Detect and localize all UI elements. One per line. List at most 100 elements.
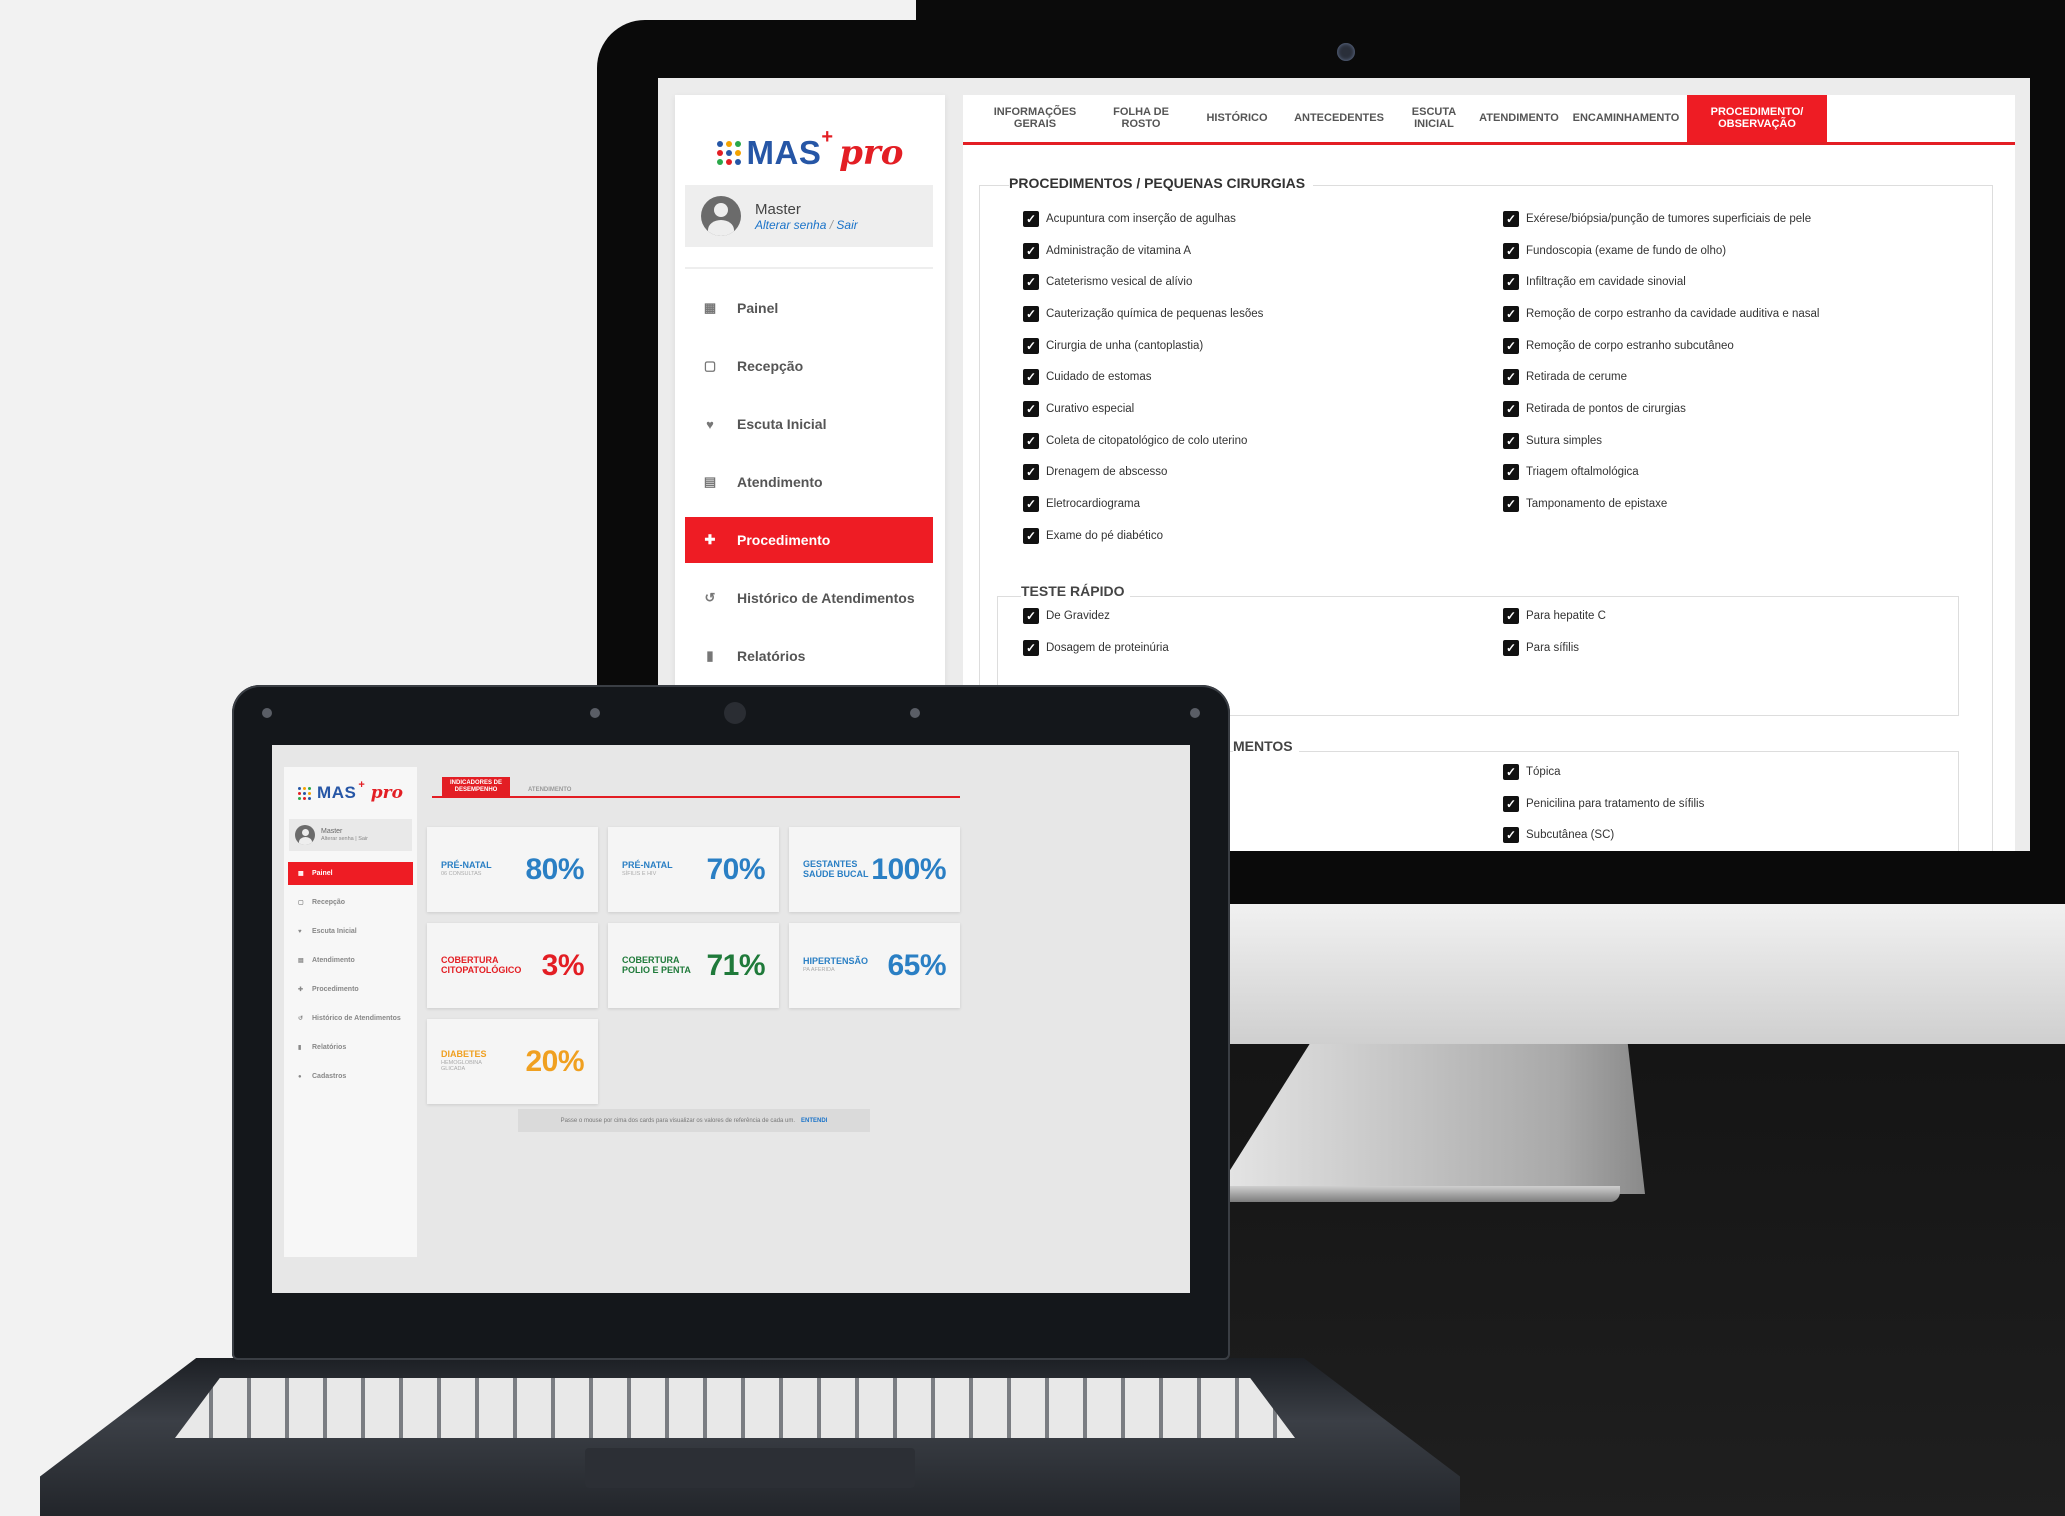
checkbox-item[interactable]: ✓ Infiltração em cavidade sinovial [1503, 266, 2003, 298]
sidebar-item-historico-de-atendimentos[interactable]: ↺ Histórico de Atendimentos [685, 575, 933, 621]
checkbox-item[interactable]: ✓ Cirurgia de unha (cantoplastia) [1023, 330, 1463, 362]
checkbox-item[interactable]: ✓ Sutura simples [1503, 425, 2003, 457]
indicator-card[interactable]: DIABETES HEMOGLOBINA GLICADA 20% [427, 1019, 598, 1104]
checkbox-checked-icon[interactable]: ✓ [1023, 337, 1039, 354]
user-links[interactable]: Alterar senha | Sair [321, 836, 368, 843]
checkbox-item[interactable]: ✓ Eletrocardiograma [1023, 488, 1463, 520]
sidebar-item-relatorios[interactable]: ▮ Relatórios [685, 633, 933, 679]
checkbox-checked-icon[interactable]: ✓ [1503, 639, 1519, 656]
tab-indicadores-de-desempenho[interactable]: INDICADORES DE DESEMPENHO [442, 777, 511, 796]
sidebar-item-recepcao[interactable]: ▢ Recepção [685, 343, 933, 389]
checkbox-item[interactable]: ✓ Exame do pé diabético [1023, 520, 1463, 552]
logo-dot [298, 786, 302, 790]
checkbox-checked-icon[interactable]: ✓ [1503, 305, 1519, 322]
checkbox-checked-icon[interactable]: ✓ [1023, 432, 1039, 449]
sidebar-item-relatorios[interactable]: ▮ Relatórios [288, 1036, 413, 1059]
checkbox-item[interactable]: ✓ Penicilina para tratamento de sífilis [1503, 788, 1943, 820]
tab-atendimento[interactable]: ATENDIMENTO [1473, 95, 1565, 142]
checkbox-checked-icon[interactable]: ✓ [1503, 242, 1519, 259]
indicator-card[interactable]: PRÉ-NATAL 06 CONSULTAS 80% [427, 827, 598, 912]
checkbox-item[interactable]: ✓ Administração de vitamina A [1023, 235, 1463, 267]
checkbox-item[interactable]: ✓ Exérese/biópsia/punção de tumores super… [1503, 203, 2003, 235]
checkbox-label: Exérese/biópsia/punção de tumores superf… [1526, 212, 1812, 225]
checkbox-item[interactable]: ✓ De Gravidez [1023, 600, 1463, 632]
card-title: COBERTURA CITOPATOLÓGICO [441, 955, 522, 975]
sidebar-item-atendimento[interactable]: ▤ Atendimento [685, 459, 933, 505]
tab-informacoes-gerais[interactable]: INFORMAÇÕES GERAIS [979, 95, 1091, 142]
tab-atendimento[interactable]: ATENDIMENTO [520, 784, 579, 796]
checkbox-item[interactable]: ✓ Fundoscopia (exame de fundo de olho) [1503, 235, 2003, 267]
brand-logo[interactable]: MAS + pro [675, 126, 945, 173]
sidebar-item-cadastros[interactable]: ● Cadastros [288, 1065, 413, 1088]
logout-link[interactable]: Sair [836, 218, 857, 232]
checkbox-checked-icon[interactable]: ✓ [1023, 242, 1039, 259]
sidebar-item-atendimento[interactable]: ▤ Atendimento [288, 949, 413, 972]
tab-escuta-inicial[interactable]: ESCUTA INICIAL [1395, 95, 1473, 142]
checkbox-checked-icon[interactable]: ✓ [1023, 400, 1039, 417]
checkbox-item[interactable]: ✓ Cateterismo vesical de alívio [1023, 266, 1463, 298]
sidebar-item-historico-de-atendimentos[interactable]: ↺ Histórico de Atendimentos [288, 1007, 413, 1030]
checkbox-checked-icon[interactable]: ✓ [1503, 827, 1519, 844]
checkbox-checked-icon[interactable]: ✓ [1503, 274, 1519, 291]
laptop-brand-logo[interactable]: MAS + pro [284, 779, 417, 803]
indicator-card[interactable]: HIPERTENSÃO PA AFERIDA 65% [789, 923, 960, 1008]
got-it-link[interactable]: ENTENDI [801, 1118, 827, 1124]
checkbox-item[interactable]: ✓ Curativo especial [1023, 393, 1463, 425]
checkbox-checked-icon[interactable]: ✓ [1023, 639, 1039, 656]
tab-procedimento-observacao[interactable]: PROCEDIMENTO/ OBSERVAÇÃO [1687, 95, 1827, 142]
indicator-card[interactable]: COBERTURA POLIO E PENTA 71% [608, 923, 779, 1008]
checkbox-checked-icon[interactable]: ✓ [1023, 369, 1039, 386]
checkbox-checked-icon[interactable]: ✓ [1023, 210, 1039, 227]
checkbox-checked-icon[interactable]: ✓ [1503, 795, 1519, 812]
checkbox-checked-icon[interactable]: ✓ [1023, 496, 1039, 513]
checkbox-item[interactable]: ✓ Remoção de corpo estranho subcutâneo [1503, 330, 2003, 362]
checkbox-item[interactable]: ✓ Acupuntura com inserção de agulhas [1023, 203, 1463, 235]
tab-folha-de-rosto[interactable]: FOLHA DE ROSTO [1091, 95, 1191, 142]
checkbox-checked-icon[interactable]: ✓ [1023, 607, 1039, 624]
checkbox-checked-icon[interactable]: ✓ [1023, 305, 1039, 322]
checkbox-checked-icon[interactable]: ✓ [1503, 369, 1519, 386]
checkbox-item[interactable]: ✓ Tamponamento de epistaxe [1503, 488, 2003, 520]
heart-icon: ♥ [706, 416, 714, 432]
sidebar-item-escuta-inicial[interactable]: ♥ Escuta Inicial [685, 401, 933, 447]
indicator-card[interactable]: GESTANTES SAÚDE BUCAL 100% [789, 827, 960, 912]
checkbox-item[interactable]: ✓ Cauterização química de pequenas lesões [1023, 298, 1463, 330]
sidebar-item-recepcao[interactable]: ▢ Recepção [288, 891, 413, 914]
checkbox-item[interactable]: ✓ Dosagem de proteinúria [1023, 632, 1463, 664]
checkbox-item[interactable]: ✓ Coleta de citopatológico de colo uterin… [1023, 425, 1463, 457]
checkbox-checked-icon[interactable]: ✓ [1503, 337, 1519, 354]
sidebar-item-procedimento[interactable]: ✚ Procedimento [685, 517, 933, 563]
checkbox-checked-icon[interactable]: ✓ [1503, 496, 1519, 513]
tab-antecedentes[interactable]: ANTECEDENTES [1283, 95, 1395, 142]
checkbox-item[interactable]: ✓ Remoção de corpo estranho da cavidade a… [1503, 298, 2003, 330]
checkbox-item[interactable]: ✓ Tópica [1503, 756, 1943, 788]
sidebar-item-painel[interactable]: ▦ Painel [288, 862, 413, 885]
tab-historico[interactable]: HISTÓRICO [1191, 95, 1283, 142]
checkbox-checked-icon[interactable]: ✓ [1503, 464, 1519, 481]
sidebar-item-escuta-inicial[interactable]: ♥ Escuta Inicial [288, 920, 413, 943]
checkbox-checked-icon[interactable]: ✓ [1023, 527, 1039, 544]
checkbox-item[interactable]: ✓ Cuidado de estomas [1023, 361, 1463, 393]
checkbox-checked-icon[interactable]: ✓ [1503, 400, 1519, 417]
checkbox-item[interactable]: ✓ Retirada de cerume [1503, 361, 2003, 393]
checkbox-checked-icon[interactable]: ✓ [1503, 607, 1519, 624]
checkbox-item[interactable]: ✓ Para hepatite C [1503, 600, 1943, 632]
checkbox-item[interactable]: ✓ Subcutânea (SC) [1503, 819, 1943, 851]
checkbox-checked-icon[interactable]: ✓ [1503, 763, 1519, 780]
checkbox-item[interactable]: ✓ Triagem oftalmológica [1503, 457, 2003, 489]
indicator-card[interactable]: COBERTURA CITOPATOLÓGICO 3% [427, 923, 598, 1008]
indicator-card[interactable]: PRÉ-NATAL SÍFILIS E HIV 70% [608, 827, 779, 912]
checkbox-checked-icon[interactable]: ✓ [1023, 464, 1039, 481]
card-subtitle: PA AFERIDA [803, 967, 835, 974]
tab-encaminhamento[interactable]: ENCAMINHAMENTO [1565, 95, 1687, 142]
checkbox-label: Cuidado de estomas [1046, 371, 1152, 384]
checkbox-checked-icon[interactable]: ✓ [1503, 210, 1519, 227]
change-password-link[interactable]: Alterar senha [755, 218, 826, 232]
sidebar-item-painel[interactable]: ▦ Painel [685, 285, 933, 331]
sidebar-item-procedimento[interactable]: ✚ Procedimento [288, 978, 413, 1001]
checkbox-item[interactable]: ✓ Para sífilis [1503, 632, 1943, 664]
checkbox-item[interactable]: ✓ Retirada de pontos de cirurgias [1503, 393, 2003, 425]
checkbox-item[interactable]: ✓ Drenagem de abscesso [1023, 457, 1463, 489]
checkbox-checked-icon[interactable]: ✓ [1503, 432, 1519, 449]
checkbox-checked-icon[interactable]: ✓ [1023, 274, 1039, 291]
